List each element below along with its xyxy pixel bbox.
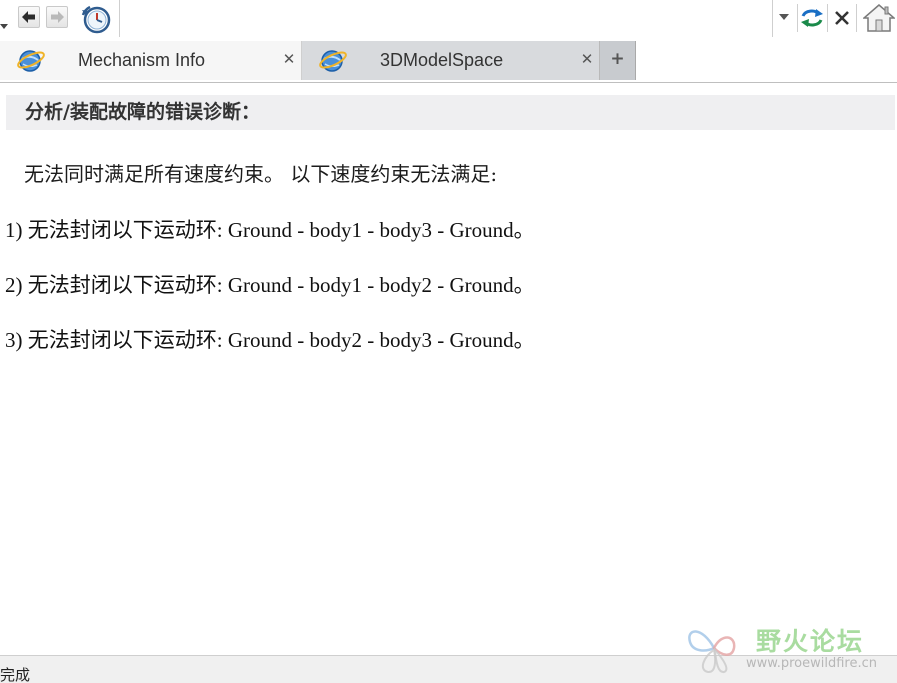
refresh-button[interactable] — [797, 4, 826, 32]
stop-button[interactable] — [827, 4, 857, 32]
refresh-icon — [801, 9, 823, 27]
home-button[interactable] — [862, 1, 896, 35]
tab-label: 3DModelSpace — [380, 50, 504, 70]
watermark-title: 野火论坛 — [756, 627, 865, 656]
tab-mechanism-info[interactable]: Mechanism Info ✕ — [0, 41, 302, 80]
history-button[interactable] — [80, 3, 112, 35]
ie-globe-icon — [319, 50, 347, 72]
tab-strip: Mechanism Info ✕ 3DModelSpace ✕ + — [0, 38, 897, 83]
tab-close-button[interactable]: ✕ — [281, 50, 297, 68]
back-button[interactable] — [18, 6, 40, 28]
back-arrow-icon — [22, 11, 35, 23]
tab-close-button[interactable]: ✕ — [579, 50, 595, 68]
history-clock-icon — [81, 5, 111, 34]
home-icon — [863, 4, 895, 32]
address-bar[interactable] — [119, 0, 773, 37]
stop-x-icon — [835, 11, 849, 25]
ie-globe-icon — [17, 50, 45, 72]
tab-3dmodelspace[interactable]: 3DModelSpace ✕ — [302, 41, 600, 80]
toolbar-dropdown-icon[interactable] — [0, 24, 8, 29]
diagnostics-header: 分析/装配故障的错误诊断： — [6, 95, 895, 130]
browser-window: Mechanism Info ✕ 3DModelSpace ✕ + 分析/装配故… — [0, 0, 897, 683]
list-item: 1) 无法封闭以下运动环: Ground - body1 - body3 - G… — [5, 218, 535, 242]
status-text: 完成 — [0, 666, 31, 683]
navigation-toolbar — [0, 0, 897, 39]
butterfly-logo-icon — [688, 630, 736, 673]
watermark-url: www.proewildfire.cn — [746, 656, 877, 671]
address-input[interactable] — [120, 0, 772, 37]
forward-arrow-icon — [51, 11, 64, 23]
intro-text: 无法同时满足所有速度约束。 以下速度约束无法满足: — [24, 162, 498, 186]
address-dropdown-icon[interactable] — [779, 14, 789, 20]
page-content: 分析/装配故障的错误诊断： 无法同时满足所有速度约束。 以下速度约束无法满足: … — [0, 83, 897, 655]
forum-watermark: 野火论坛 www.proewildfire.cn — [684, 616, 894, 678]
list-item: 3) 无法封闭以下运动环: Ground - body2 - body3 - G… — [5, 328, 535, 352]
forward-button[interactable] — [46, 6, 68, 28]
new-tab-button[interactable]: + — [600, 41, 636, 80]
list-item: 2) 无法封闭以下运动环: Ground - body1 - body2 - G… — [5, 273, 535, 297]
tab-label: Mechanism Info — [78, 50, 206, 70]
